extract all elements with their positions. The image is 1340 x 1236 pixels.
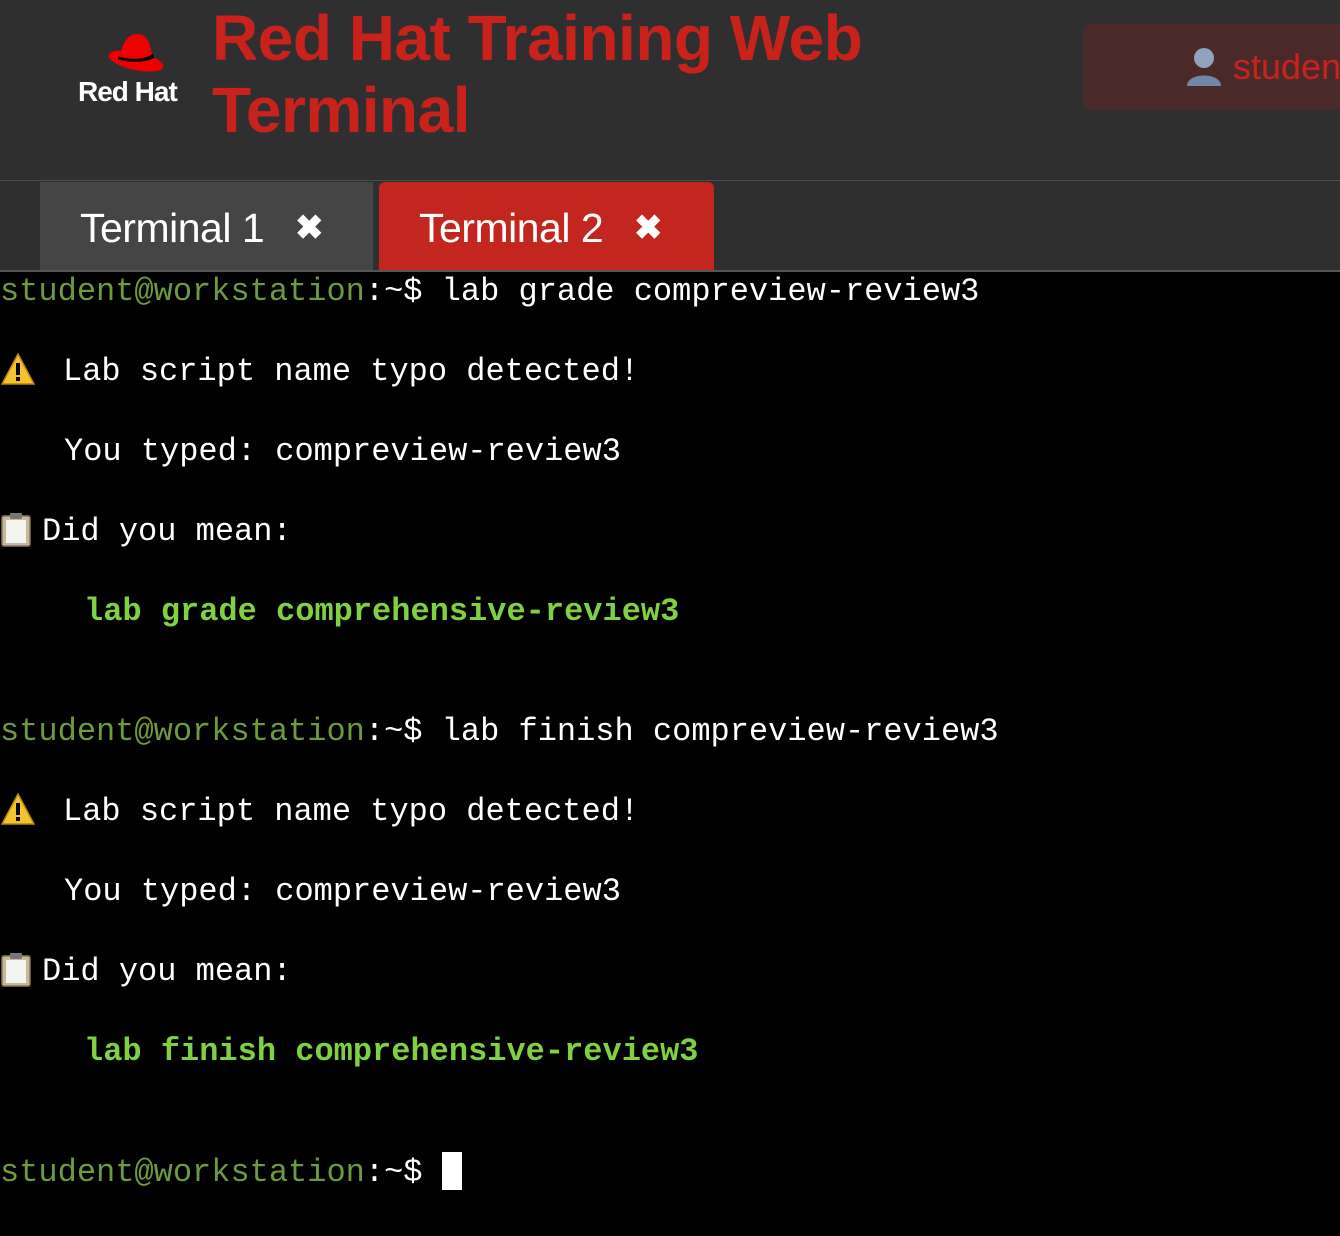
tab-terminal-1[interactable]: Terminal 1 ✖ (40, 182, 373, 271)
prompt-user: student@workstation (0, 713, 365, 750)
terminal-line: lab finish comprehensive-review3 (84, 1032, 699, 1072)
close-icon[interactable]: ✖ (634, 208, 663, 248)
terminal-line: lab grade comprehensive-review3 (84, 592, 679, 632)
terminal-line: Did you mean: (0, 952, 292, 992)
terminal-cursor[interactable] (441, 1152, 462, 1190)
prompt-user: student@workstation (0, 273, 365, 310)
user-icon (1187, 48, 1221, 86)
warning-text: Lab script name typo detected! (63, 793, 640, 830)
logo-text: Red Hat (78, 76, 178, 107)
typed-text: You typed: compreview-review3 (64, 433, 621, 470)
redhat-logo: Red Hat (78, 28, 196, 108)
did-you-mean-text: Did you mean: (42, 513, 292, 550)
command-text: lab grade compreview-review3 (422, 273, 980, 310)
prompt-separator: :~$ (364, 273, 423, 310)
terminal-line: Lab script name typo detected! (0, 792, 639, 832)
tab-terminal-2[interactable]: Terminal 2 ✖ (379, 182, 714, 271)
terminal-line: student@workstation:~$ lab grade comprev… (0, 272, 979, 312)
typed-text: You typed: compreview-review3 (64, 873, 621, 910)
warning-icon (0, 792, 36, 825)
clipboard-icon (1, 953, 31, 987)
prompt-separator: :~$ (364, 1154, 423, 1191)
suggestion-text: lab grade comprehensive-review3 (84, 593, 680, 630)
terminal-line: You typed: compreview-review3 (64, 872, 621, 912)
app-header: Red Hat Red Hat Training Web Terminal st… (0, 0, 1340, 180)
terminal-output[interactable]: student@workstation:~$ lab grade comprev… (0, 272, 1340, 1236)
page-title: Red Hat Training Web Terminal (212, 2, 863, 146)
suggestion-text: lab finish comprehensive-review3 (84, 1033, 699, 1070)
did-you-mean-text: Did you mean: (42, 953, 292, 990)
tab-label: Terminal 1 (80, 205, 265, 251)
prompt-user: student@workstation (0, 1154, 365, 1191)
warning-icon (0, 352, 36, 385)
terminal-prompt-line[interactable]: student@workstation:~$ (0, 1152, 462, 1192)
warning-text: Lab script name typo detected! (63, 353, 640, 390)
user-name: studen (1233, 46, 1340, 87)
prompt-separator: :~$ (364, 713, 423, 750)
tab-label: Terminal 2 (419, 205, 604, 251)
user-menu-button[interactable]: studen (1083, 24, 1340, 110)
terminal-line: You typed: compreview-review3 (64, 432, 621, 472)
command-text: lab finish compreview-review3 (422, 713, 999, 750)
terminal-line: student@workstation:~$ lab finish compre… (0, 712, 999, 752)
close-icon[interactable]: ✖ (295, 208, 324, 248)
terminal-line: Did you mean: (0, 512, 292, 552)
tab-bar: Terminal 1 ✖ Terminal 2 ✖ (0, 180, 1340, 272)
clipboard-icon (1, 513, 31, 547)
redhat-logo-icon (108, 34, 164, 72)
terminal-line: Lab script name typo detected! (0, 352, 639, 392)
